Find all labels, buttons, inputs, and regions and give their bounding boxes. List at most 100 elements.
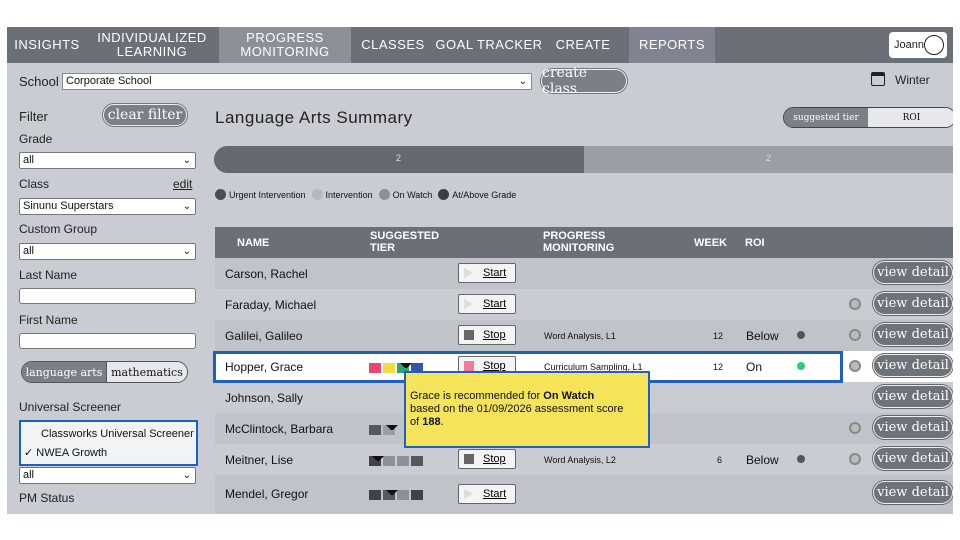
screener-select[interactable]: all ⌄: [19, 467, 196, 484]
class-select[interactable]: Sinunu Superstars ⌄: [19, 198, 196, 215]
suggested-tier-bar[interactable]: [369, 486, 423, 500]
nav-create[interactable]: CREATE: [551, 27, 615, 63]
view-detail-button[interactable]: view detail: [873, 481, 953, 504]
tier-marker-icon: [372, 456, 384, 466]
view-detail-button[interactable]: view detail: [873, 292, 953, 315]
subject-mathematics[interactable]: mathematics: [105, 362, 187, 382]
nav-goal-tracker[interactable]: GOAL TRACKER: [435, 27, 543, 63]
table-row[interactable]: Galilei, Galileo Stop Word Analysis, L1 …: [215, 320, 953, 351]
roi-status-dot: [797, 455, 805, 463]
school-bar: School Corporate School ⌄ create class W…: [7, 63, 953, 97]
grade-value: all: [23, 154, 35, 166]
table-row[interactable]: Faraday, Michael Start view detail: [215, 289, 953, 320]
start-button[interactable]: Start: [458, 294, 516, 314]
user-name: Joann: [894, 39, 924, 51]
nav-reports[interactable]: REPORTS: [629, 27, 715, 63]
legend-intervention: Intervention: [311, 189, 373, 200]
nav-individualized-learning[interactable]: INDIVIDUALIZED LEARNING: [92, 27, 212, 63]
tier-segment: [383, 456, 395, 466]
view-detail-button[interactable]: view detail: [873, 416, 953, 439]
week-value: 6: [717, 455, 723, 465]
chevron-down-icon: ⌄: [182, 155, 191, 166]
custom-group-label: Custom Group: [19, 222, 98, 236]
app-window: INSIGHTS INDIVIDUALIZED LEARNING PROGRES…: [7, 27, 953, 514]
last-name-input[interactable]: [19, 288, 196, 304]
custom-group-select[interactable]: all ⌄: [19, 243, 196, 260]
school-select[interactable]: Corporate School ⌄: [62, 73, 532, 90]
last-name-label: Last Name: [19, 268, 78, 282]
nav-classes[interactable]: CLASSES: [357, 27, 429, 63]
student-name[interactable]: Meitner, Lise: [225, 453, 293, 467]
clear-filter-button[interactable]: clear filter: [103, 104, 187, 126]
subject-toggle: language arts mathematics: [21, 361, 188, 383]
start-button[interactable]: Start: [458, 263, 516, 283]
nav-progress-monitoring[interactable]: PROGRESS MONITORING: [219, 27, 351, 63]
gear-icon[interactable]: [849, 360, 861, 372]
tier-segment: [369, 425, 381, 435]
tier-marker-icon: [386, 490, 398, 500]
calendar-icon[interactable]: [871, 72, 885, 86]
table-row[interactable]: Carson, Rachel Start view detail: [215, 258, 953, 289]
first-name-label: First Name: [19, 313, 78, 327]
col-suggested-tier: SUGGESTED TIER: [370, 230, 440, 254]
create-class-button[interactable]: create class: [541, 65, 627, 97]
subject-language-arts[interactable]: language arts: [22, 362, 106, 382]
student-name[interactable]: Faraday, Michael: [225, 298, 316, 312]
tooltip-line-3: of 188.: [410, 416, 644, 429]
tooltip-tier: On Watch: [543, 390, 595, 402]
col-name[interactable]: NAME: [237, 237, 269, 249]
legend: Urgent Intervention Intervention On Watc…: [215, 189, 522, 200]
term-label[interactable]: Winter: [895, 73, 930, 87]
tooltip-score: 188: [422, 416, 441, 428]
nav-insights[interactable]: INSIGHTS: [7, 27, 87, 63]
universal-screener-label: Universal Screener: [19, 400, 122, 414]
user-menu-button[interactable]: Joann: [889, 32, 947, 58]
view-detail-button[interactable]: view detail: [873, 323, 953, 346]
student-name[interactable]: Johnson, Sally: [225, 391, 303, 405]
start-label: Start: [483, 298, 507, 310]
tier-segment: [369, 490, 381, 500]
grade-select[interactable]: all ⌄: [19, 152, 196, 169]
gear-icon[interactable]: [849, 453, 861, 465]
start-button[interactable]: Start: [458, 484, 516, 504]
table-row[interactable]: Mendel, Gregor Start view detail: [215, 475, 953, 514]
screener-dropdown[interactable]: Classworks Universal Screener ✓ NWEA Gro…: [19, 420, 198, 466]
tier-tooltip: Grace is recommended for On Watch based …: [404, 371, 650, 448]
play-icon: [464, 489, 474, 499]
col-week: WEEK: [694, 237, 727, 249]
first-name-input[interactable]: [19, 333, 196, 349]
stop-button[interactable]: Stop: [458, 449, 516, 469]
toggle-suggested-tier[interactable]: suggested tier: [784, 108, 869, 127]
legend-on-watch: On Watch: [378, 189, 432, 200]
stop-icon: [464, 454, 474, 464]
tier-segment: [397, 456, 409, 466]
student-name[interactable]: Galilei, Galileo: [225, 329, 302, 343]
progress-right-count: 2: [766, 153, 772, 163]
legend-urgent: Urgent Intervention: [215, 189, 306, 200]
class-edit-link[interactable]: edit: [173, 177, 192, 191]
legend-label: Urgent Intervention: [229, 189, 306, 200]
chevron-down-icon: ⌄: [182, 246, 191, 257]
gear-icon[interactable]: [849, 329, 861, 341]
student-name[interactable]: McClintock, Barbara: [225, 422, 333, 436]
screener-option-nwea[interactable]: ✓ NWEA Growth: [24, 446, 107, 459]
legend-dot: [438, 189, 450, 200]
top-nav: INSIGHTS INDIVIDUALIZED LEARNING PROGRES…: [7, 27, 953, 63]
table-row[interactable]: Meitner, Lise Stop Word Analysis, L2 6 B…: [215, 444, 953, 475]
student-name[interactable]: Carson, Rachel: [225, 267, 308, 281]
gear-icon[interactable]: [849, 298, 861, 310]
tooltip-text: Grace is recommended for: [410, 390, 544, 402]
stop-button[interactable]: Stop: [458, 325, 516, 345]
gear-icon[interactable]: [849, 422, 861, 434]
view-detail-button[interactable]: view detail: [873, 354, 953, 377]
pm-assessment: Word Analysis, L2: [544, 455, 616, 465]
view-detail-button[interactable]: view detail: [873, 447, 953, 470]
play-icon: [464, 268, 474, 278]
suggested-tier-bar[interactable]: [369, 452, 423, 466]
view-detail-button[interactable]: view detail: [873, 261, 953, 284]
view-detail-button[interactable]: view detail: [873, 385, 953, 408]
tooltip-line-1: Grace is recommended for On Watch: [410, 390, 644, 403]
toggle-roi[interactable]: ROI: [868, 108, 953, 127]
screener-option-classworks[interactable]: Classworks Universal Screener: [41, 428, 194, 440]
student-name[interactable]: Mendel, Gregor: [225, 487, 308, 501]
